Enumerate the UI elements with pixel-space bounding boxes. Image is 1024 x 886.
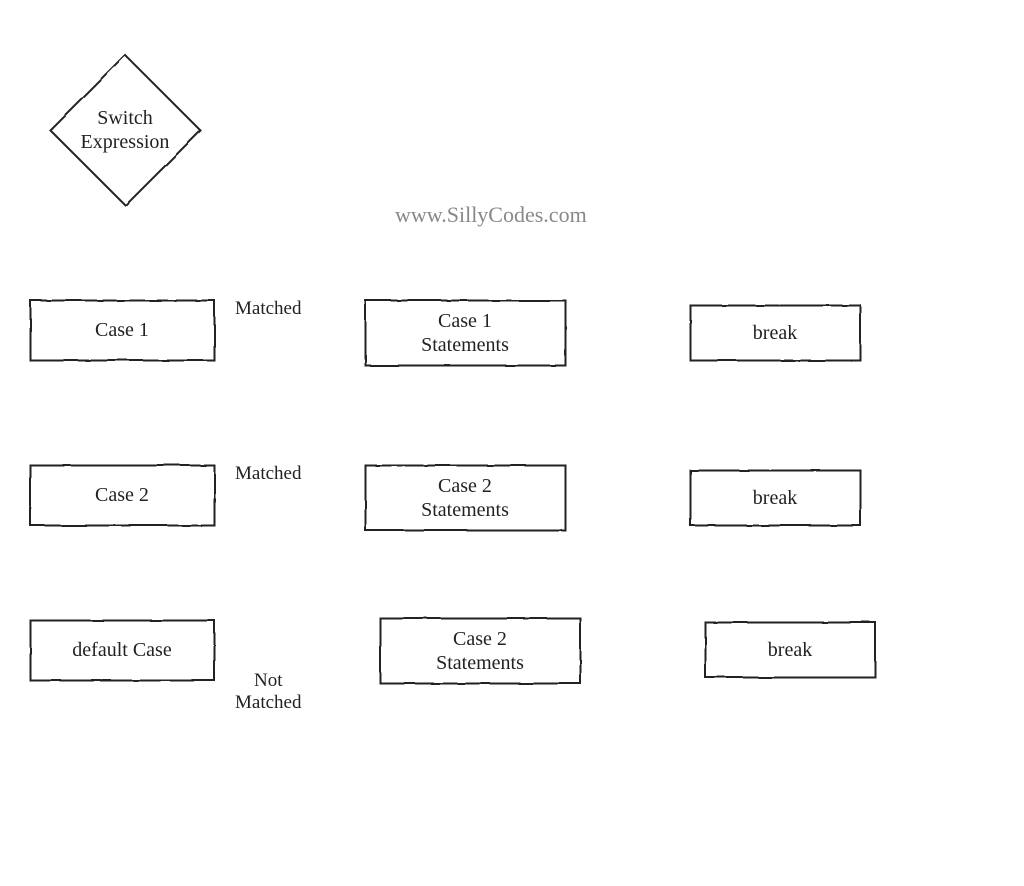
default-break-label: break	[705, 622, 875, 677]
default-case-label: default Case	[30, 620, 214, 680]
case2-statements-label: Case 2 Statements	[365, 465, 565, 530]
default-statements-label: Case 2 Statements	[380, 618, 580, 683]
case2-label: Case 2	[30, 465, 214, 525]
case1-matched-label: Matched	[235, 298, 301, 320]
case2-matched-label: Matched	[235, 463, 301, 485]
default-not-matched-label: Not Matched	[235, 670, 301, 714]
switch-expression-label: Switch Expression	[60, 105, 190, 155]
case1-break-label: break	[690, 305, 860, 360]
case1-label: Case 1	[30, 300, 214, 360]
case2-break-label: break	[690, 470, 860, 525]
watermark-text: www.SillyCodes.com	[395, 202, 587, 228]
case1-statements-label: Case 1 Statements	[365, 300, 565, 365]
